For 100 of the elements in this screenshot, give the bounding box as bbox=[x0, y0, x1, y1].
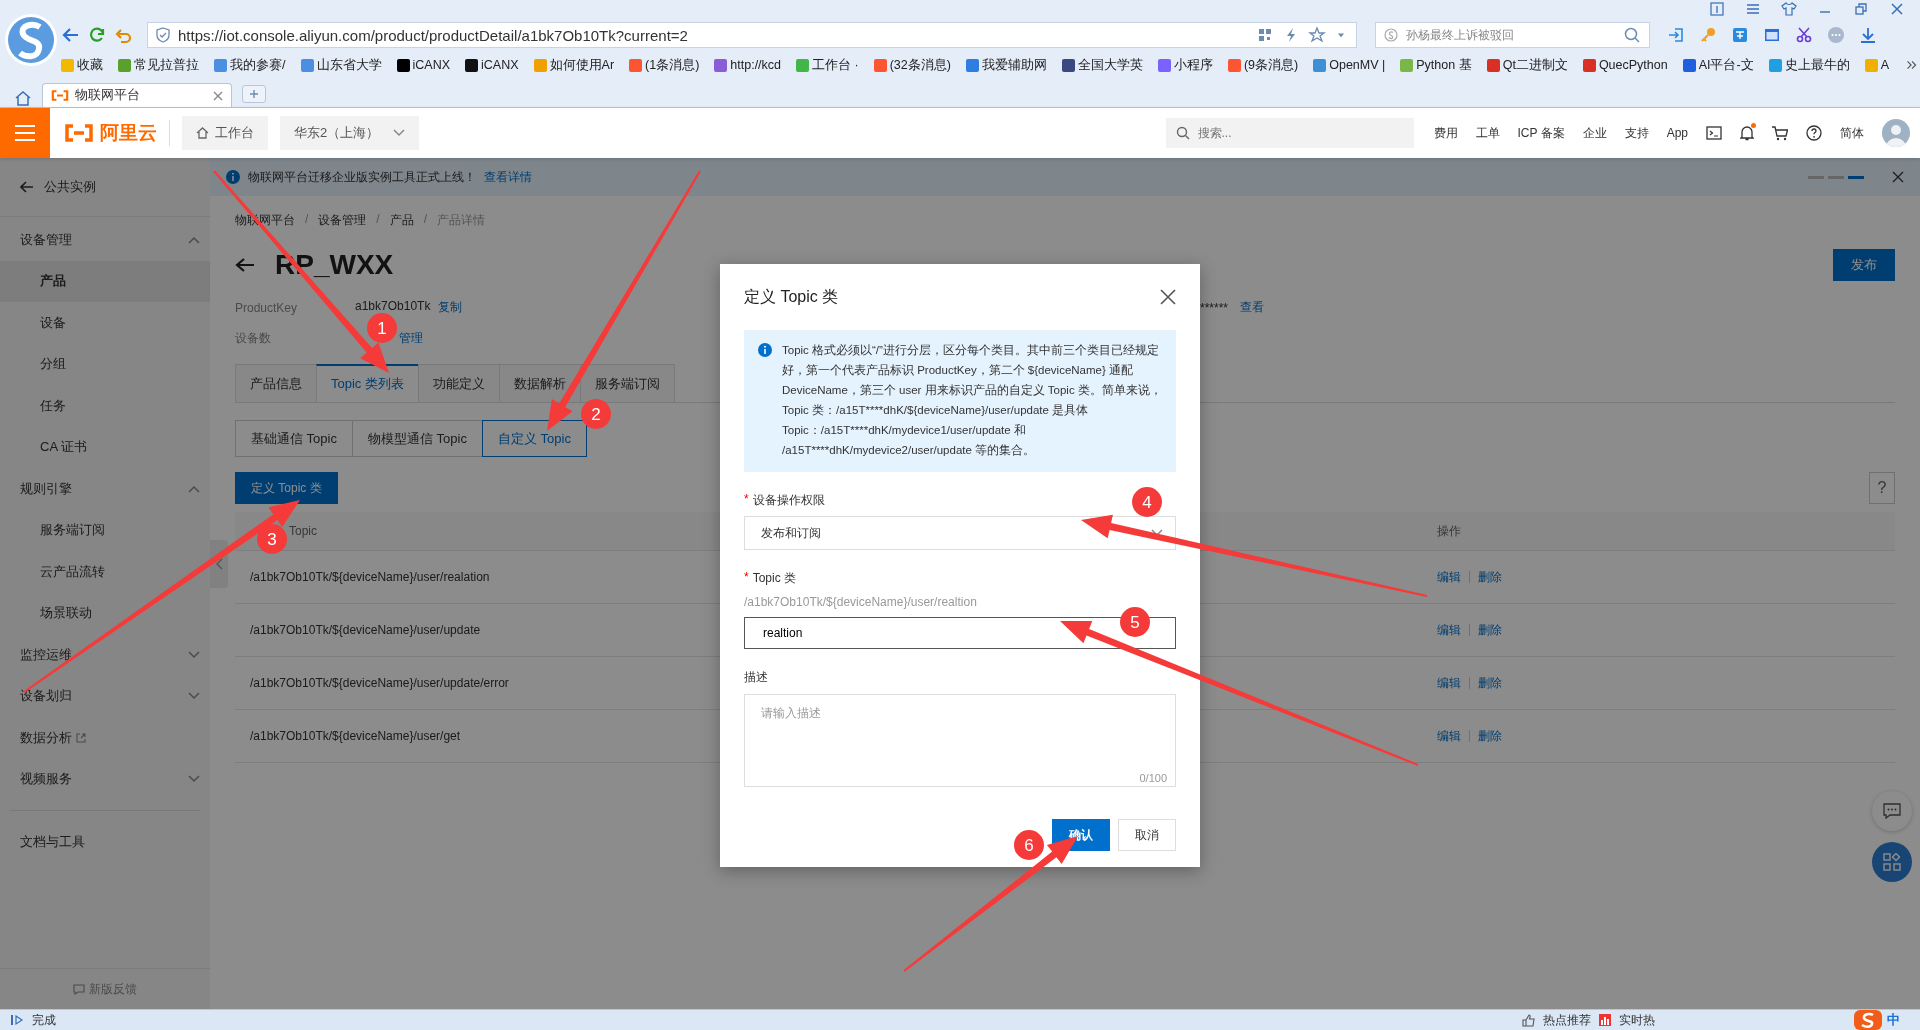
field-link[interactable]: 管理 bbox=[399, 330, 423, 347]
bookmark[interactable]: 如何使用Ar bbox=[533, 56, 615, 74]
topic-type-tab[interactable]: 物模型通信 Topic bbox=[351, 420, 483, 457]
bookmark[interactable]: (32条消息) bbox=[873, 56, 951, 74]
bookmark[interactable]: AI平台-文 bbox=[1682, 56, 1754, 74]
ime-logo-icon[interactable] bbox=[1853, 1009, 1883, 1030]
help-icon[interactable] bbox=[1806, 125, 1822, 141]
action-link[interactable]: 删除 bbox=[1478, 568, 1502, 586]
define-topic-button[interactable]: 定义 Topic 类 bbox=[235, 472, 338, 504]
tab[interactable]: 数据解析 bbox=[498, 364, 581, 402]
chat-button[interactable] bbox=[1872, 791, 1912, 831]
terminal-icon[interactable] bbox=[1706, 126, 1722, 140]
action-link[interactable]: 删除 bbox=[1478, 621, 1502, 639]
shirt-icon[interactable] bbox=[1780, 0, 1798, 18]
action-link[interactable]: 删除 bbox=[1478, 674, 1502, 692]
back-arrow-icon[interactable] bbox=[235, 257, 255, 273]
sidebar-group[interactable]: 视频服务 bbox=[0, 758, 210, 800]
sidebar-group[interactable]: 设备管理 bbox=[0, 219, 210, 261]
sidebar-group[interactable]: 规则引擎 bbox=[0, 468, 210, 510]
window-number-icon[interactable] bbox=[1708, 0, 1726, 18]
sidebar-group[interactable]: 监控运维 bbox=[0, 634, 210, 676]
sidebar-item[interactable]: CA 证书 bbox=[0, 426, 210, 468]
status-link[interactable]: 热点推荐 bbox=[1543, 1011, 1591, 1029]
bookmark[interactable]: OpenMV | bbox=[1313, 58, 1386, 72]
browser-logo-icon[interactable] bbox=[3, 12, 58, 67]
bookmark[interactable]: 收藏 bbox=[61, 56, 104, 74]
cart-icon[interactable] bbox=[1772, 125, 1788, 141]
bookmark[interactable]: iCANX bbox=[465, 58, 519, 72]
bookmark[interactable]: 常见拉普拉 bbox=[118, 56, 200, 74]
bookmark[interactable]: (9条消息) bbox=[1227, 56, 1299, 74]
bookmark[interactable]: 山东省大学 bbox=[300, 56, 382, 74]
bookmark[interactable]: 我的参赛/ bbox=[214, 56, 286, 74]
action-link[interactable]: 编辑 bbox=[1437, 568, 1461, 586]
field-link[interactable]: 复制 bbox=[438, 299, 463, 316]
sidebar-link[interactable]: 数据分析 bbox=[20, 728, 72, 747]
cancel-button[interactable]: 取消 bbox=[1118, 819, 1176, 851]
close-icon[interactable] bbox=[1892, 171, 1904, 183]
star-icon[interactable] bbox=[1308, 26, 1327, 44]
browser-search-field[interactable]: 孙杨最终上诉被驳回 bbox=[1404, 27, 1618, 43]
bookmark[interactable]: 工作台 · bbox=[796, 56, 859, 74]
nav-link[interactable]: 企业 bbox=[1582, 124, 1607, 142]
topic-type-tab[interactable]: 自定义 Topic bbox=[481, 420, 587, 457]
tab[interactable]: 产品信息 bbox=[235, 364, 317, 402]
workbench-button[interactable]: 工作台 bbox=[182, 116, 268, 150]
bookmark[interactable]: 我爱辅助网 bbox=[965, 56, 1047, 74]
permission-select[interactable]: 发布和订阅 bbox=[744, 516, 1176, 550]
panel-icon[interactable] bbox=[10, 1014, 24, 1026]
sidebar-item[interactable]: 服务端订阅 bbox=[0, 509, 210, 551]
sidebar-item[interactable]: 设备 bbox=[0, 302, 210, 344]
action-link[interactable]: 编辑 bbox=[1437, 674, 1461, 692]
slide-indicator[interactable] bbox=[1848, 175, 1864, 179]
sidebar-item[interactable]: 场景联动 bbox=[0, 592, 210, 634]
bell-icon[interactable] bbox=[1740, 125, 1754, 141]
close-button[interactable] bbox=[1160, 289, 1176, 305]
region-dropdown[interactable]: 华东2（上海） bbox=[280, 116, 420, 150]
menu-button[interactable] bbox=[0, 108, 50, 158]
description-box[interactable]: 请输入描述 0/100 bbox=[744, 694, 1176, 787]
undo-icon[interactable] bbox=[113, 26, 134, 44]
bookmark[interactable]: 史上最牛的 bbox=[1768, 56, 1850, 74]
address-bar[interactable]: https://iot.console.aliyun.com/product/productDetail/a1bk7Ob10Tk?current=2 bbox=[147, 22, 1358, 48]
breadcrumb-item[interactable]: 设备管理 bbox=[318, 212, 367, 229]
help-button[interactable]: ? bbox=[1869, 472, 1895, 504]
sidebar-item[interactable]: 产品 bbox=[0, 260, 210, 302]
notice-link[interactable]: 查看详情 bbox=[484, 168, 532, 186]
sidebar-group[interactable]: 设备划归 bbox=[0, 675, 210, 717]
search-field[interactable]: 搜索... bbox=[1195, 125, 1404, 141]
bookmark[interactable]: iCANX bbox=[396, 58, 451, 72]
bookmark[interactable]: Python 基 bbox=[1400, 56, 1472, 74]
topic-type-tab[interactable]: 基础通信 Topic bbox=[235, 420, 353, 457]
browser-tab[interactable]: 物联网平台 bbox=[42, 83, 232, 107]
sidebar-item[interactable]: 任务 bbox=[0, 385, 210, 427]
apps-button[interactable] bbox=[1872, 842, 1912, 882]
bookmark[interactable]: (1条消息) bbox=[629, 56, 700, 74]
publish-button[interactable]: 发布 bbox=[1833, 249, 1895, 281]
action-link[interactable]: 删除 bbox=[1478, 727, 1502, 745]
home-icon[interactable] bbox=[14, 89, 32, 107]
nav-link[interactable]: 费用 bbox=[1433, 124, 1458, 142]
action-link[interactable]: 编辑 bbox=[1437, 727, 1461, 745]
language-link[interactable]: 简体 bbox=[1840, 124, 1864, 142]
tab[interactable]: 服务端订阅 bbox=[579, 364, 675, 402]
bookmark[interactable]: QuecPython bbox=[1582, 58, 1668, 72]
sidebar-item[interactable]: 分组 bbox=[0, 343, 210, 385]
search-icon[interactable] bbox=[1623, 26, 1642, 44]
breadcrumb-item[interactable]: 产品 bbox=[389, 212, 414, 229]
restore-icon[interactable] bbox=[1852, 0, 1870, 18]
tab[interactable]: 功能定义 bbox=[417, 364, 500, 402]
action-link[interactable]: 编辑 bbox=[1437, 621, 1461, 639]
new-tab-button[interactable] bbox=[242, 85, 266, 103]
nav-link[interactable]: 工单 bbox=[1475, 124, 1500, 142]
nav-link[interactable]: ICP 备案 bbox=[1517, 124, 1565, 142]
bookmark[interactable]: 全国大学英 bbox=[1061, 56, 1143, 74]
nav-link[interactable]: App bbox=[1666, 126, 1688, 140]
ime-mode[interactable]: 中 bbox=[1887, 1011, 1900, 1029]
close-icon[interactable] bbox=[213, 90, 223, 101]
avatar[interactable] bbox=[1882, 119, 1910, 147]
status-link[interactable]: 实时热 bbox=[1619, 1011, 1655, 1029]
field-link[interactable]: 查看 bbox=[1240, 299, 1265, 316]
bookmark[interactable]: Qt二进制文 bbox=[1486, 56, 1568, 74]
sidebar-link[interactable]: 文档与工具 bbox=[0, 821, 210, 863]
nav-link[interactable]: 支持 bbox=[1624, 124, 1649, 142]
